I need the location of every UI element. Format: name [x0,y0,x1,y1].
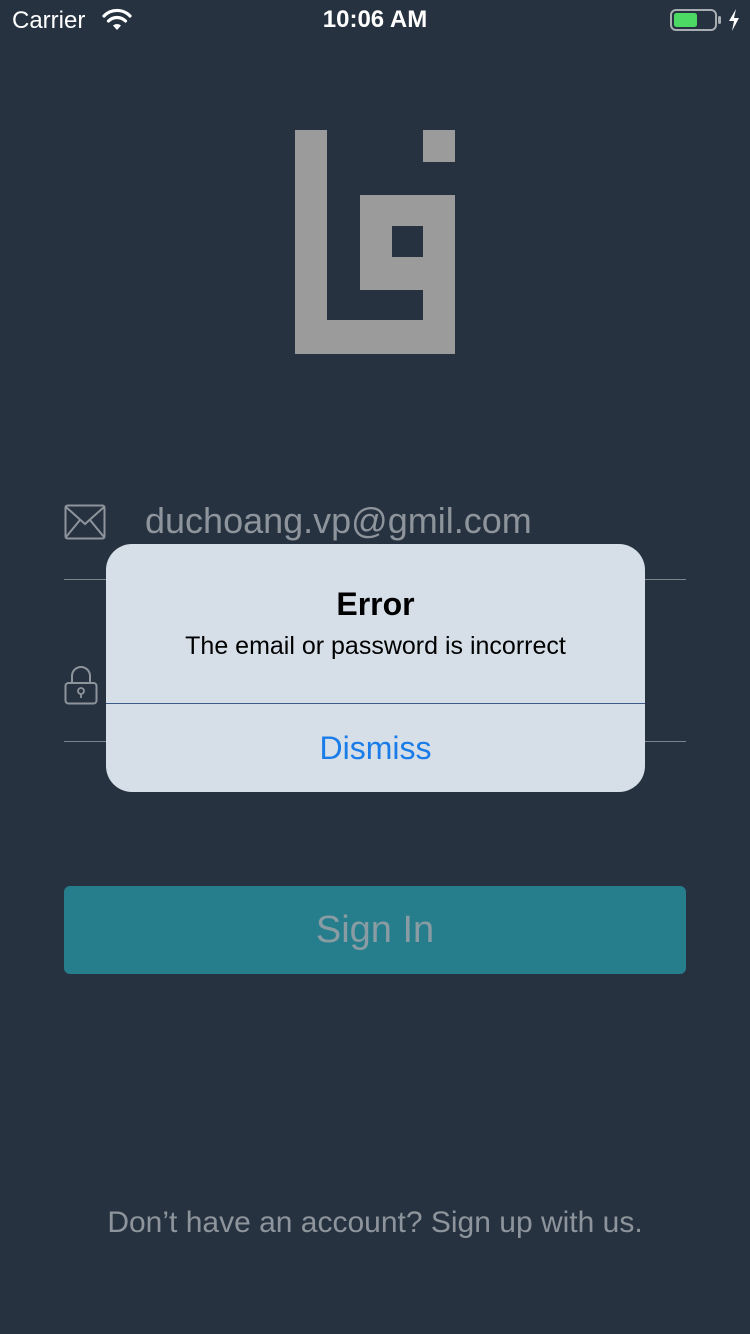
mail-icon [64,504,106,540]
alert-title: Error [336,586,415,622]
status-time: 10:06 AM [322,6,428,33]
sign-up-link[interactable]: Don’t have an account? Sign up with us. [0,1206,750,1240]
sign-in-button[interactable]: Sign In [64,886,686,974]
battery-icon [670,9,721,31]
email-field[interactable]: duchoang.vp@gmil.com [145,500,532,542]
login-screen: Carrier 10:06 AM duchoang.vp@gmil.com Si… [0,0,750,1334]
app-logo [295,130,455,354]
lock-icon [64,666,98,705]
charging-bolt-icon [729,9,739,31]
error-alert: Error The email or password is incorrect… [106,544,645,792]
dismiss-button[interactable]: Dismiss [106,704,645,792]
status-bar: Carrier 10:06 AM [0,0,750,40]
alert-message: The email or password is incorrect [185,632,566,660]
